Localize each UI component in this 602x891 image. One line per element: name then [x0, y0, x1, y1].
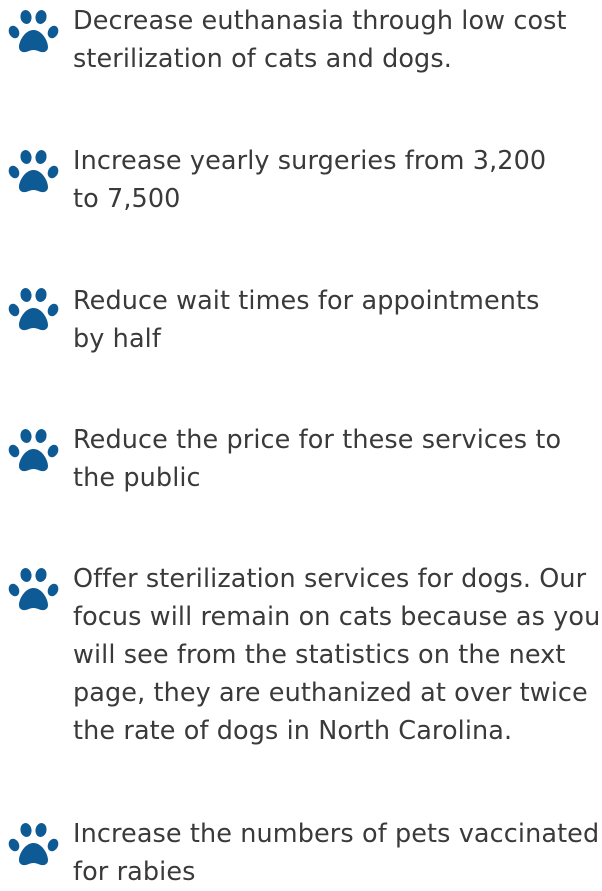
goal-text-line: to 7,500	[73, 184, 181, 214]
goal-text-line: Reduce the price for these services to	[73, 425, 562, 455]
goal-text-line: the public	[73, 463, 201, 493]
goal-text-line: Increase the numbers of pets vaccinated	[73, 819, 600, 849]
goal-text-line: Decrease euthanasia through low cost	[73, 6, 567, 36]
paw-print-icon	[8, 429, 59, 472]
paw-print-icon	[8, 150, 59, 193]
paw-print-icon	[8, 288, 59, 331]
goal-text-line: Reduce wait times for appointments	[73, 286, 540, 316]
goal-text-line: focus will remain on cats because as you	[73, 602, 601, 632]
goal-text-line: the rate of dogs in North Carolina.	[73, 716, 513, 746]
paw-print-icon	[8, 10, 59, 53]
goal-text: Reduce wait times for appointments by ha…	[73, 282, 602, 358]
paw-print-icon	[8, 568, 59, 611]
goal-text: Decrease euthanasia through low cost ste…	[73, 2, 602, 78]
goal-text: Increase the numbers of pets vaccinated …	[73, 815, 602, 891]
paw-print-icon	[8, 823, 59, 866]
goal-text-line: for rabies	[73, 857, 196, 887]
goal-text-line: by half	[73, 324, 161, 354]
goal-text-line: Increase yearly surgeries from 3,200	[73, 146, 547, 176]
goal-text-line: Offer sterilization services for dogs. O…	[73, 564, 587, 594]
goal-text-line: sterilization of cats and dogs.	[73, 44, 452, 74]
goal-text: Increase yearly surgeries from 3,200 to …	[73, 142, 602, 218]
goal-text: Offer sterilization services for dogs. O…	[73, 560, 602, 750]
goal-text-line: will see from the statistics on the next	[73, 640, 566, 670]
goal-text-line: page, they are euthanized at over twice	[73, 678, 588, 708]
goal-text: Reduce the price for these services to t…	[73, 421, 602, 497]
